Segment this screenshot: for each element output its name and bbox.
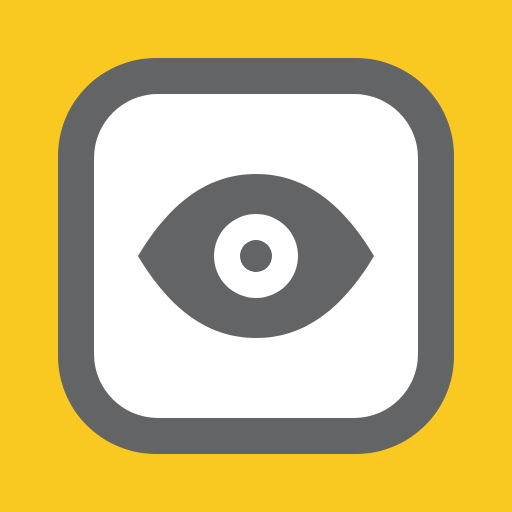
pupil [240,240,272,272]
eye-icon [138,174,374,338]
app-icon [0,0,512,512]
